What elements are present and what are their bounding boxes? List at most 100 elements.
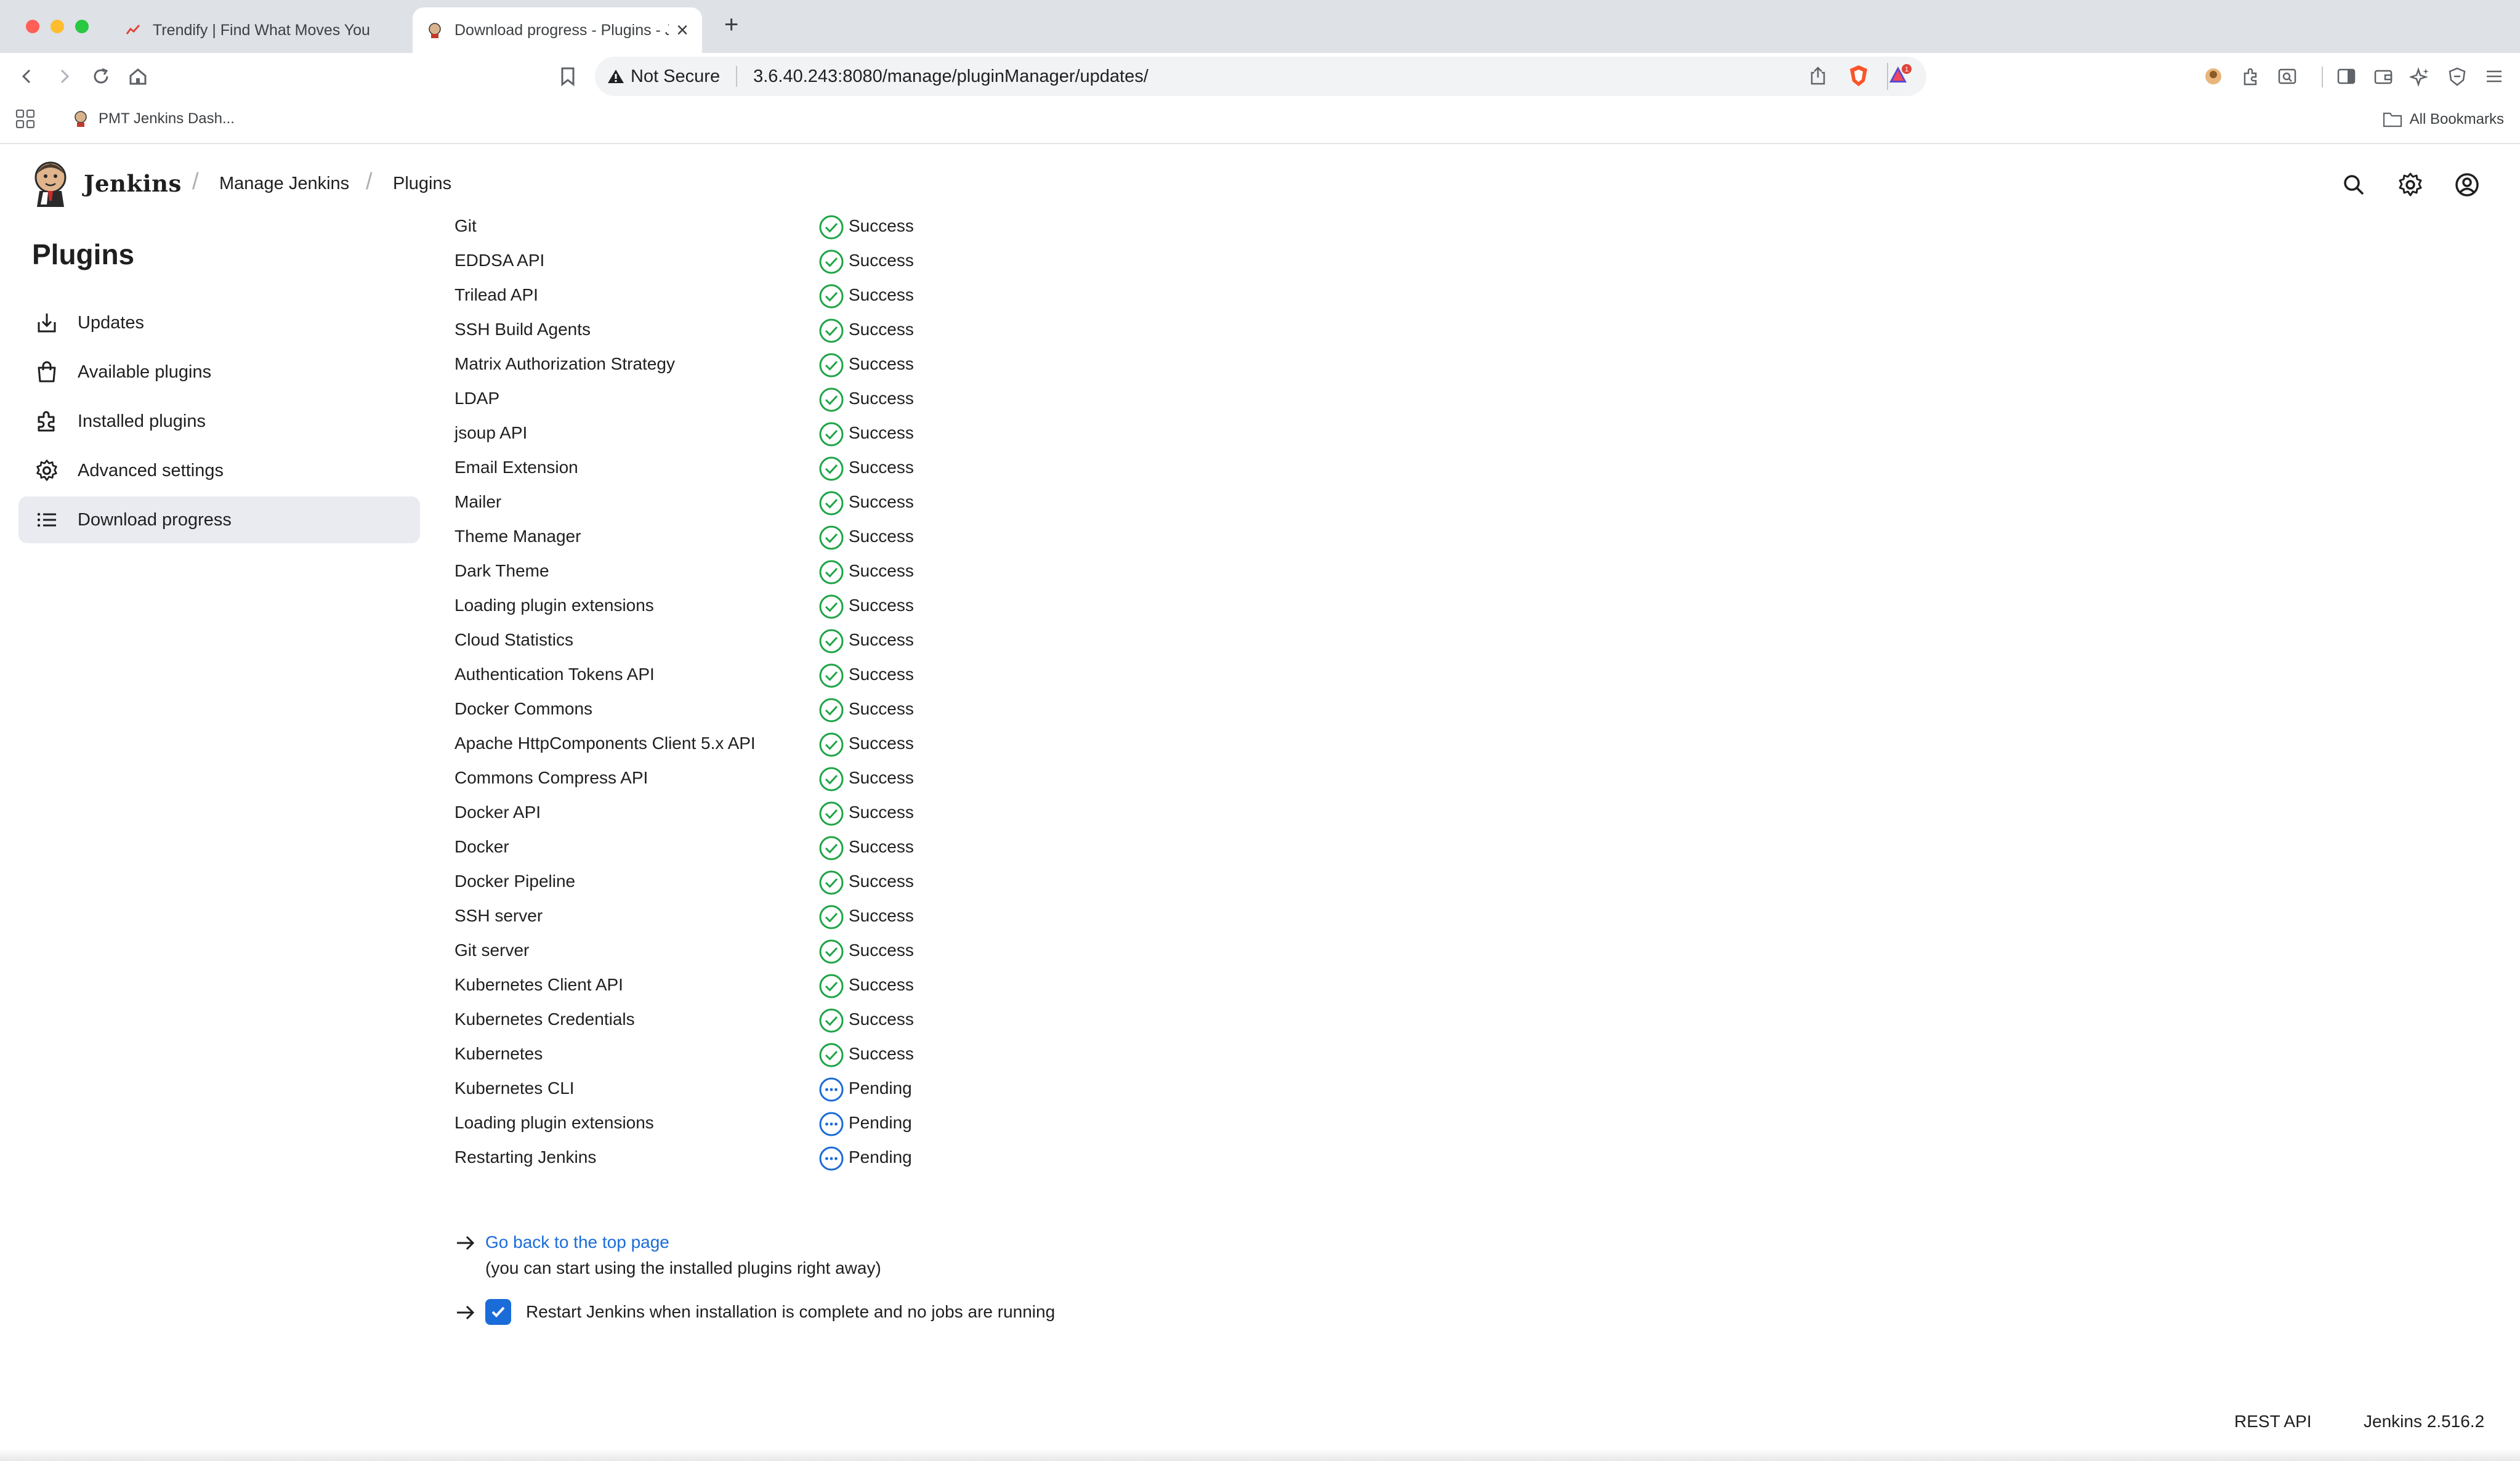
rest-api-link[interactable]: REST API — [2234, 1412, 2312, 1431]
warning-triangle-icon — [608, 70, 624, 83]
restart-jenkins-checkbox[interactable] — [485, 1299, 511, 1325]
url-text[interactable]: 3.6.40.243:8080/manage/pluginManager/upd… — [753, 67, 1149, 87]
go-back-top-link[interactable]: Go back to the top page — [485, 1232, 669, 1252]
plugin-status: Success — [849, 561, 914, 580]
tab-close-icon[interactable]: × — [676, 20, 689, 41]
plugin-status: Success — [849, 423, 914, 442]
checkmark-icon — [491, 1306, 505, 1317]
breadcrumb-plugins[interactable]: Plugins — [393, 174, 451, 194]
leo-ai-icon[interactable] — [2405, 62, 2435, 91]
plugin-name: Git — [454, 216, 477, 235]
plugin-status: Success — [849, 596, 914, 615]
go-back-note: (you can start using the installed plugi… — [485, 1258, 881, 1277]
all-bookmarks-label: All Bookmarks — [2409, 111, 2504, 127]
plugin-name: LDAP — [454, 389, 500, 408]
success-check-icon — [819, 525, 844, 550]
success-check-icon — [819, 387, 844, 412]
plugin-status: Success — [849, 837, 914, 856]
brave-rewards-icon[interactable]: 1 — [1888, 63, 1913, 92]
brave-shields-icon[interactable] — [1848, 64, 1870, 92]
plugin-row: Kubernetes Success — [454, 1038, 1009, 1072]
success-check-icon — [819, 663, 844, 688]
back-button[interactable] — [12, 62, 42, 91]
sidebar-item-label: Installed plugins — [78, 411, 206, 431]
browser-tab-bar: Trendify | Find What Moves You Download … — [0, 0, 2520, 53]
plugin-row: Restarting Jenkins Pending — [454, 1141, 1009, 1176]
plugin-name: SSH Build Agents — [454, 320, 591, 339]
plugin-row: Kubernetes CLI Pending — [454, 1072, 1009, 1107]
plugin-name: Docker Pipeline — [454, 872, 576, 891]
download-icon — [33, 309, 60, 336]
jenkins-version[interactable]: Jenkins 2.516.2 — [2364, 1412, 2484, 1431]
extensions-icon[interactable] — [2235, 62, 2265, 91]
home-button[interactable] — [123, 62, 153, 91]
success-check-icon — [819, 284, 844, 309]
plugin-name: Email Extension — [454, 458, 578, 477]
sidebar-item-download-progress[interactable]: Download progress — [18, 496, 420, 543]
bookmark-pmt-jenkins[interactable]: PMT Jenkins Dash... — [71, 110, 235, 128]
plugin-name: Kubernetes CLI — [454, 1079, 575, 1098]
security-indicator[interactable]: Not Secure — [607, 67, 720, 87]
apps-grid-icon[interactable] — [15, 108, 36, 134]
plugin-status: Pending — [849, 1147, 912, 1167]
trendify-favicon-icon — [126, 24, 140, 34]
forward-button[interactable] — [49, 62, 79, 91]
search-icon[interactable] — [2339, 170, 2369, 200]
plugin-row: Git Success — [454, 210, 1009, 245]
plugin-status: Success — [849, 941, 914, 960]
plugin-row: Authentication Tokens API Success — [454, 658, 1009, 693]
sidebar-item-updates[interactable]: Updates — [18, 299, 420, 346]
bookmark-page-button[interactable] — [553, 62, 583, 91]
plugin-name: Cloud Statistics — [454, 630, 573, 649]
arrow-right-icon — [457, 1236, 475, 1250]
window-close-button[interactable] — [26, 20, 39, 33]
sidebar-item-label: Updates — [78, 312, 145, 333]
share-icon[interactable] — [1808, 65, 1828, 91]
plugin-name: Docker — [454, 837, 509, 856]
new-tab-button[interactable]: + — [724, 11, 738, 39]
plugin-status: Success — [849, 216, 914, 235]
address-bar[interactable]: Not Secure 3.6.40.243:8080/manage/plugin… — [595, 57, 1926, 96]
pending-dots-icon — [819, 1077, 844, 1102]
sidebar-item-installed-plugins[interactable]: Installed plugins — [18, 398, 420, 445]
leo-avatar-icon[interactable] — [2199, 62, 2228, 91]
tab-download-progress[interactable]: Download progress - Plugins - Jenkins × — [413, 7, 702, 53]
sidebar-item-advanced-settings[interactable]: Advanced settings — [18, 447, 420, 494]
arrow-left-icon — [22, 69, 31, 84]
jenkins-favicon-icon — [429, 23, 441, 38]
jenkins-home-link[interactable]: Jenkins — [32, 160, 182, 207]
all-bookmarks-button[interactable]: All Bookmarks — [2383, 111, 2504, 128]
success-check-icon — [819, 249, 844, 274]
plugin-row: Commons Compress API Success — [454, 762, 1009, 796]
plugin-name: Kubernetes Client API — [454, 975, 623, 994]
rewards-badge: 1 — [1905, 66, 1908, 73]
sidebar-toggle-icon[interactable] — [2332, 62, 2361, 91]
menu-icon[interactable] — [2479, 62, 2509, 91]
plugin-status: Success — [849, 803, 914, 822]
breadcrumb-manage-jenkins[interactable]: Manage Jenkins — [219, 174, 349, 194]
tab-title: Download progress - Plugins - Jenkins — [454, 21, 669, 39]
gear-icon[interactable] — [2396, 170, 2425, 200]
reader-mode-icon[interactable] — [2272, 62, 2302, 91]
vpn-shield-icon[interactable] — [2442, 62, 2472, 91]
plugin-row: Theme Manager Success — [454, 520, 1009, 555]
plugin-name: Theme Manager — [454, 527, 581, 546]
jenkins-favicon-icon — [75, 111, 87, 127]
plugin-row: Matrix Authorization Strategy Success — [454, 348, 1009, 382]
sidebar-item-available-plugins[interactable]: Available plugins — [18, 349, 420, 395]
plugin-name: Docker API — [454, 803, 541, 822]
window-minimize-button[interactable] — [50, 20, 64, 33]
success-check-icon — [819, 456, 844, 481]
restart-jenkins-label[interactable]: Restart Jenkins when installation is com… — [526, 1302, 1055, 1322]
plugin-status: Success — [849, 492, 914, 511]
tab-title: Trendify | Find What Moves You — [153, 21, 370, 39]
tab-trendify[interactable]: Trendify | Find What Moves You — [111, 7, 400, 53]
plugin-name: Restarting Jenkins — [454, 1147, 597, 1167]
success-check-icon — [819, 732, 844, 757]
user-account-icon[interactable] — [2452, 170, 2482, 200]
reload-button[interactable] — [86, 62, 116, 91]
window-zoom-button[interactable] — [75, 20, 89, 33]
plugin-status: Success — [849, 975, 914, 994]
wallet-icon[interactable] — [2369, 62, 2398, 91]
plugin-row: Mailer Success — [454, 486, 1009, 520]
